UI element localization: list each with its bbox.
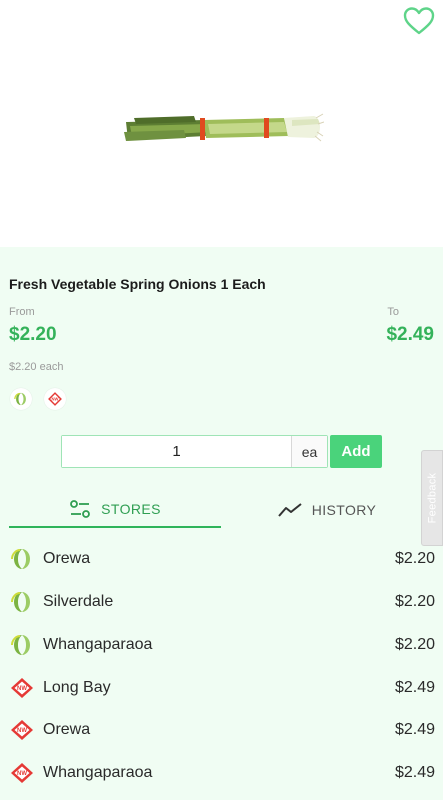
new-world-logo-icon: NW	[9, 760, 35, 786]
woolworths-logo-icon	[9, 632, 35, 658]
from-label: From	[9, 306, 35, 318]
to-price: $2.49	[386, 324, 434, 345]
svg-text:NW: NW	[17, 728, 27, 734]
history-chart-icon	[277, 503, 302, 517]
store-price: $2.20	[394, 550, 435, 567]
woolworths-logo-icon	[9, 589, 35, 615]
store-name: Orewa	[43, 721, 91, 738]
tab-stores-label: STORES	[101, 501, 161, 517]
store-price: $2.20	[394, 636, 435, 653]
store-price: $2.20	[394, 593, 435, 610]
quantity-input[interactable]	[62, 436, 291, 467]
new-world-logo-icon: NW	[9, 675, 35, 701]
store-name: Orewa	[43, 550, 91, 567]
quantity-unit: ea	[291, 436, 327, 467]
woolworths-logo-icon	[9, 546, 35, 572]
store-price: $2.49	[394, 721, 435, 738]
store-price: $2.49	[394, 679, 435, 696]
new-world-logo-icon: NW	[44, 388, 66, 410]
product-image-area	[0, 0, 443, 247]
spring-onions-image	[124, 113, 324, 142]
product-title: Fresh Vegetable Spring Onions 1 Each	[9, 276, 266, 292]
svg-text:NW: NW	[52, 397, 59, 402]
store-row[interactable]: Silverdale $2.20	[9, 581, 435, 623]
add-button[interactable]: Add	[330, 435, 382, 468]
tab-history[interactable]: HISTORY	[221, 492, 433, 528]
tab-stores[interactable]: STORES	[9, 492, 221, 528]
store-price: $2.49	[394, 764, 435, 781]
to-label: To	[387, 306, 399, 318]
favorite-heart-icon[interactable]	[403, 6, 435, 36]
new-world-logo-icon: NW	[9, 717, 35, 743]
store-row[interactable]: Whangaparaoa $2.20	[9, 624, 435, 666]
store-name: Long Bay	[43, 679, 111, 696]
from-price: $2.20	[9, 324, 57, 345]
store-row[interactable]: NW Whangaparaoa $2.49	[9, 752, 435, 794]
svg-text:NW: NW	[17, 771, 27, 777]
stores-filter-icon	[70, 500, 91, 518]
store-row[interactable]: Orewa $2.20	[9, 538, 435, 580]
unit-price: $2.20 each	[9, 361, 64, 373]
woolworths-logo-icon	[10, 388, 32, 410]
store-row[interactable]: NW Orewa $2.49	[9, 709, 435, 751]
store-name: Whangaparaoa	[43, 636, 153, 653]
store-name: Whangaparaoa	[43, 764, 153, 781]
store-row[interactable]: NW Long Bay $2.49	[9, 667, 435, 709]
store-name: Silverdale	[43, 593, 114, 610]
svg-text:NW: NW	[17, 686, 27, 692]
tab-history-label: HISTORY	[311, 502, 377, 518]
quantity-control: ea	[61, 435, 328, 468]
